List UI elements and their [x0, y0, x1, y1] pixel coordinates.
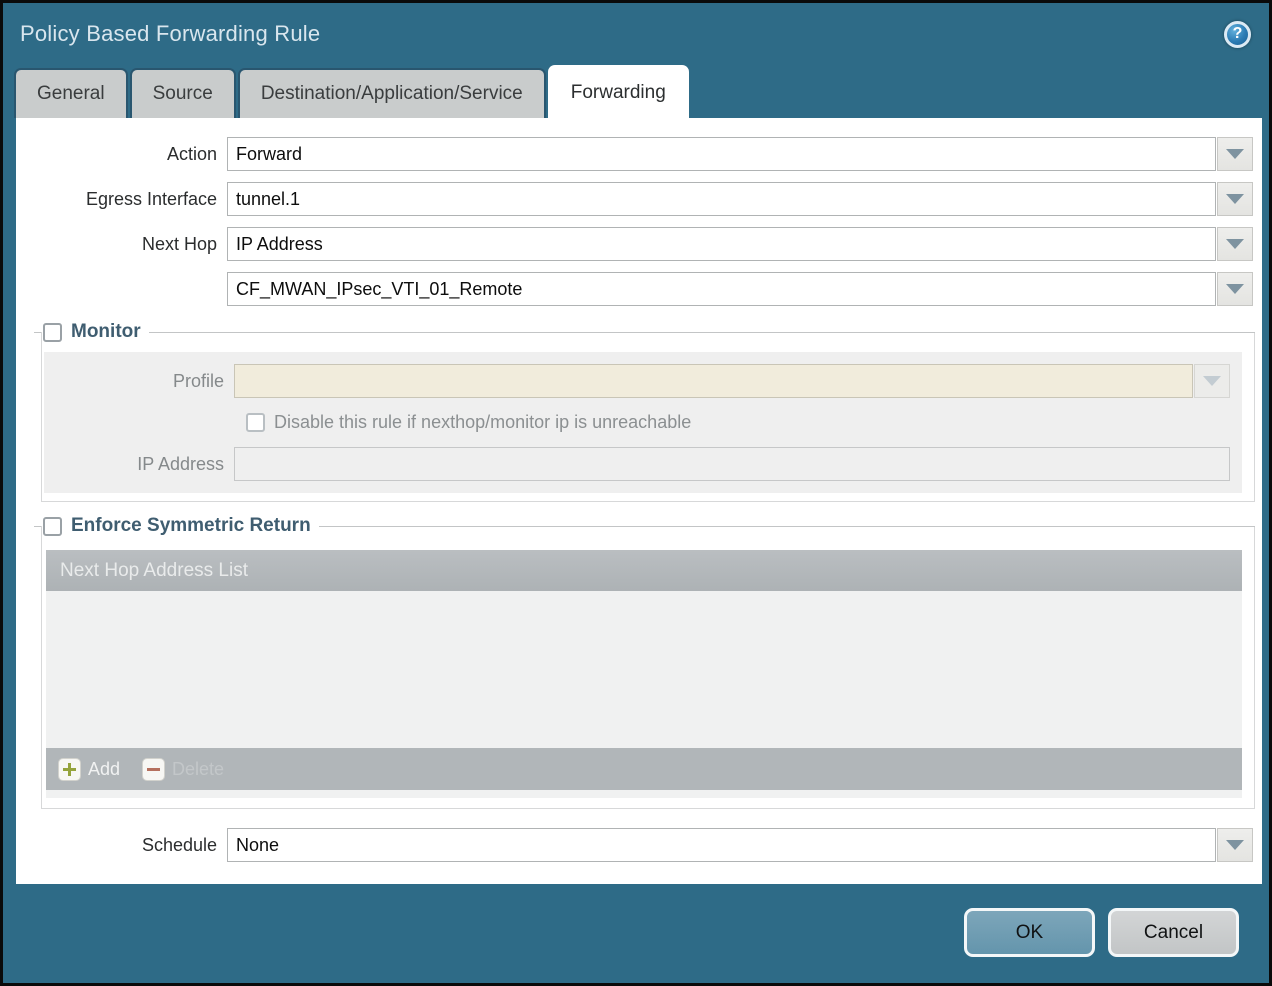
delete-button: Delete — [142, 758, 224, 781]
dialog-footer: OK Cancel — [964, 908, 1239, 957]
next-hop-row: Next Hop IP Address — [16, 227, 1253, 261]
add-button[interactable]: Add — [58, 758, 120, 781]
profile-label: Profile — [44, 371, 234, 392]
schedule-dropdown[interactable]: None — [227, 828, 1216, 862]
chevron-down-icon — [1226, 840, 1244, 850]
action-label: Action — [16, 144, 227, 165]
tab-general[interactable]: General — [14, 68, 128, 118]
next-hop-address-list-toolbar: Add Delete — [46, 748, 1242, 790]
next-hop-address-list-body[interactable] — [46, 591, 1242, 748]
monitor-legend-row: Monitor — [34, 321, 1254, 343]
next-hop-address-list-header: Next Hop Address List — [46, 550, 1242, 591]
chevron-down-icon — [1226, 239, 1244, 249]
tab-forwarding[interactable]: Forwarding — [548, 65, 689, 118]
legend-line — [149, 332, 1255, 333]
monitor-inner-panel: Profile Disable this rule if nexthop/mon… — [44, 352, 1242, 493]
monitor-checkbox[interactable] — [43, 323, 62, 342]
cancel-button[interactable]: Cancel — [1108, 908, 1239, 957]
legend-line — [34, 332, 41, 333]
action-dropdown-button[interactable] — [1217, 137, 1253, 171]
monitor-ip-address-row: IP Address — [44, 447, 1242, 481]
next-hop-address-list-table: Next Hop Address List Add Delete — [46, 550, 1242, 798]
chevron-down-icon — [1226, 149, 1244, 159]
profile-dropdown-button — [1194, 364, 1230, 398]
enforce-symmetric-return-checkbox[interactable] — [43, 517, 62, 536]
next-hop-address-dropdown[interactable]: CF_MWAN_IPsec_VTI_01_Remote — [227, 272, 1216, 306]
monitor-ip-address-input — [234, 447, 1230, 481]
monitor-ip-address-label: IP Address — [44, 454, 234, 475]
add-button-label: Add — [88, 759, 120, 780]
disable-rule-row: Disable this rule if nexthop/monitor ip … — [244, 412, 1242, 433]
enforce-symmetric-return-legend: Enforce Symmetric Return — [71, 515, 311, 537]
tab-source[interactable]: Source — [130, 68, 236, 118]
plus-icon — [58, 758, 81, 781]
profile-dropdown — [234, 364, 1193, 398]
disable-rule-checkbox — [246, 413, 265, 432]
help-icon[interactable]: ? — [1224, 21, 1251, 48]
action-row: Action Forward — [16, 137, 1253, 171]
forwarding-tab-panel: Action Forward Egress Interface tunnel.1… — [16, 118, 1262, 884]
next-hop-dropdown-button[interactable] — [1217, 227, 1253, 261]
schedule-label: Schedule — [16, 835, 227, 856]
title-bar: Policy Based Forwarding Rule ? — [3, 3, 1269, 65]
action-dropdown[interactable]: Forward — [227, 137, 1216, 171]
ok-button[interactable]: OK — [964, 908, 1095, 957]
next-hop-dropdown[interactable]: IP Address — [227, 227, 1216, 261]
table-footer-strip — [46, 790, 1242, 798]
egress-interface-label: Egress Interface — [16, 189, 227, 210]
dialog-title: Policy Based Forwarding Rule — [20, 21, 1224, 47]
legend-line — [319, 526, 1255, 527]
profile-row: Profile — [44, 364, 1242, 398]
pbf-rule-dialog: Policy Based Forwarding Rule ? General S… — [0, 0, 1272, 986]
egress-interface-dropdown-button[interactable] — [1217, 182, 1253, 216]
chevron-down-icon — [1226, 194, 1244, 204]
egress-interface-row: Egress Interface tunnel.1 — [16, 182, 1253, 216]
tab-bar: General Source Destination/Application/S… — [3, 65, 1269, 118]
schedule-row: Schedule None — [16, 828, 1253, 862]
enforce-symmetric-return-groupbox: Enforce Symmetric Return Next Hop Addres… — [41, 526, 1255, 809]
next-hop-address-row: CF_MWAN_IPsec_VTI_01_Remote — [16, 272, 1253, 306]
tab-destination-application-service[interactable]: Destination/Application/Service — [238, 68, 546, 118]
next-hop-label: Next Hop — [16, 234, 227, 255]
monitor-legend: Monitor — [71, 321, 141, 343]
chevron-down-icon — [1203, 376, 1221, 386]
delete-button-label: Delete — [172, 759, 224, 780]
chevron-down-icon — [1226, 284, 1244, 294]
legend-line — [34, 526, 41, 527]
next-hop-address-dropdown-button[interactable] — [1217, 272, 1253, 306]
disable-rule-label: Disable this rule if nexthop/monitor ip … — [274, 412, 691, 433]
minus-icon — [142, 758, 165, 781]
monitor-groupbox: Monitor Profile Disable this rule if nex… — [41, 332, 1255, 502]
schedule-dropdown-button[interactable] — [1217, 828, 1253, 862]
enforce-legend-row: Enforce Symmetric Return — [34, 515, 1254, 537]
egress-interface-dropdown[interactable]: tunnel.1 — [227, 182, 1216, 216]
